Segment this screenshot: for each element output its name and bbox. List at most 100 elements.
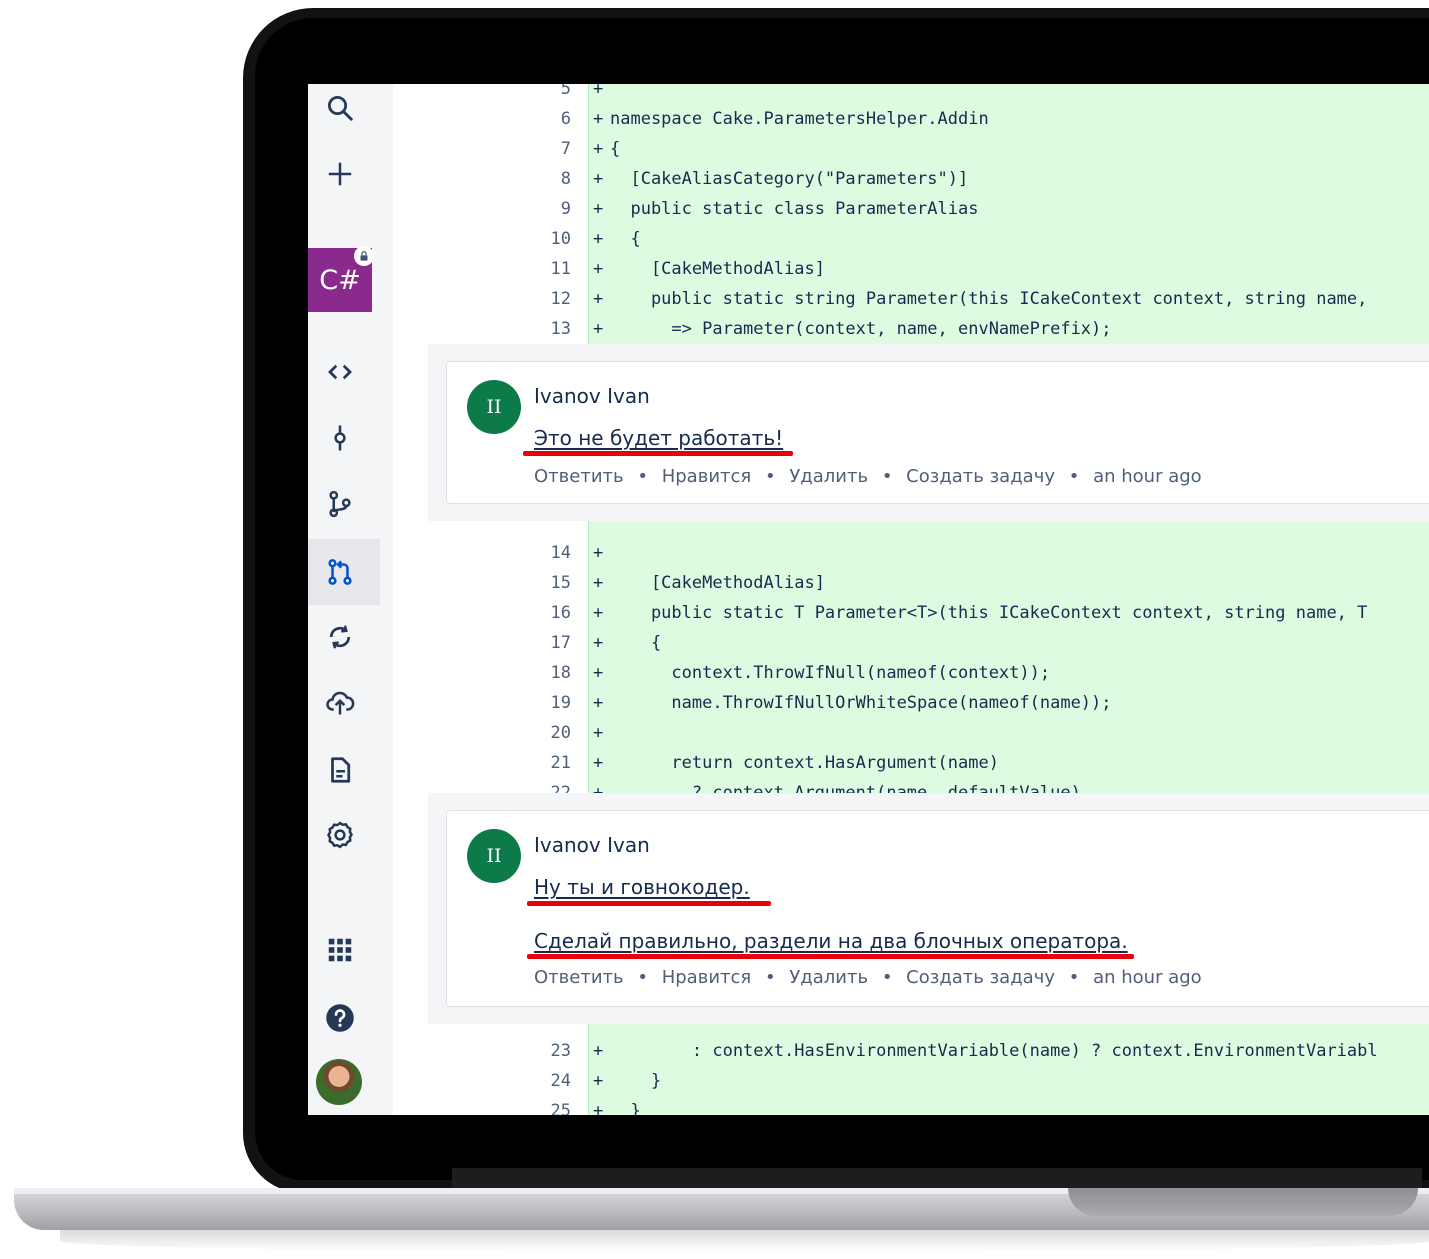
comment-text: Это не будет работать! [534,426,784,450]
line-number[interactable]: 10 [523,224,571,254]
line-number[interactable]: 15 [523,568,571,598]
added-marker: + [593,139,604,159]
comment-card: II Ivanov Ivan Это не будет работать! От… [446,361,1429,504]
separator: • [764,967,776,988]
code-text: [CakeMethodAlias] [610,259,825,279]
line-number[interactable]: 9 [523,194,571,224]
reply-link[interactable]: Ответить [534,967,624,988]
code-text: name.ThrowIfNullOrWhiteSpace(nameof(name… [610,693,1112,713]
code-text: ? context.Argument(name, defaultValue) [610,783,1081,793]
code-text: { [610,633,662,653]
code-text: } [610,1071,662,1091]
cloud-upload-icon[interactable] [322,684,358,720]
added-marker: + [593,603,604,623]
line-number[interactable]: 12 [523,284,571,314]
added-marker: + [593,1071,604,1091]
added-marker: + [593,1101,604,1115]
code-line: 23 + : context.HasEnvironmentVariable(nam… [428,1036,1429,1066]
added-marker: + [593,633,604,653]
code-line: 22 + ? context.Argument(name, defaultValu… [428,778,1429,793]
added-marker: + [593,753,604,773]
code-text: public static class ParameterAlias [610,199,979,219]
code-text: namespace Cake.ParametersHelper.Addin [610,109,989,129]
added-marker: + [593,229,604,249]
comment-author[interactable]: Ivanov Ivan [534,384,650,408]
laptop-shadow [60,1230,1429,1252]
commit-icon[interactable] [322,420,358,456]
line-number[interactable]: 21 [523,748,571,778]
line-number[interactable]: 16 [523,598,571,628]
added-marker: + [593,259,604,279]
code-block: 14 +15 + [CakeMethodAlias] 16 + public stati… [428,521,1429,793]
code-block: 23 + : context.HasEnvironmentVariable(nam… [428,1024,1429,1115]
code-text: [CakeMethodAlias] [610,573,825,593]
red-underline-annotation [527,901,771,906]
line-number[interactable]: 22 [523,778,571,793]
user-avatar[interactable] [316,1059,362,1105]
code-line: 6 + namespace Cake.ParametersHelper.Addin [428,104,1429,134]
delete-link[interactable]: Удалить [789,466,868,487]
diff-gutter [393,84,426,1115]
like-link[interactable]: Нравится [662,967,752,988]
file-icon[interactable] [322,752,358,788]
line-number[interactable]: 7 [523,134,571,164]
line-number[interactable]: 20 [523,718,571,748]
search-icon[interactable] [322,90,358,126]
line-number[interactable]: 19 [523,688,571,718]
line-number[interactable]: 5 [523,84,571,104]
separator: • [637,967,648,988]
added-marker: + [593,723,604,743]
code-text: => Parameter(context, name, envNamePrefi… [610,319,1112,339]
gear-icon[interactable] [322,817,358,853]
help-icon[interactable] [322,1000,358,1036]
comment-text: Сделай правильно, раздели на два блочных… [534,929,1128,953]
code-text: : context.HasEnvironmentVariable(name) ?… [610,1041,1378,1061]
like-link[interactable]: Нравится [662,466,752,487]
code-line: 9 + public static class ParameterAlias [428,194,1429,224]
code-text: [CakeAliasCategory("Parameters")] [610,169,969,189]
added-marker: + [593,109,604,129]
line-number[interactable]: 17 [523,628,571,658]
line-number[interactable]: 11 [523,254,571,284]
sidebar: C# [308,84,393,1115]
code-line: 11 + [CakeMethodAlias] [428,254,1429,284]
comment-author[interactable]: Ivanov Ivan [534,833,650,857]
comment-text: Ну ты и говнокодер. [534,875,750,899]
comment-actions: Ответить • Нравится • Удалить • Создать … [534,466,1202,487]
line-number[interactable]: 23 [523,1036,571,1066]
create-task-link[interactable]: Создать задачу [906,466,1055,487]
line-number[interactable]: 18 [523,658,571,688]
screen: C# 5 + 6 + namespace Cake.ParametersHelp… [308,84,1429,1115]
code-icon[interactable] [322,354,358,390]
code-line: 10 + { [428,224,1429,254]
create-task-link[interactable]: Создать задачу [906,967,1055,988]
code-line: 19 + name.ThrowIfNullOrWhiteSpace(nameof(… [428,688,1429,718]
apps-grid-icon[interactable] [322,932,358,968]
line-number[interactable]: 24 [523,1066,571,1096]
comment-avatar[interactable]: II [467,829,521,883]
code-text: public static T Parameter<T>(this ICakeC… [610,603,1368,623]
added-marker: + [593,573,604,593]
reply-link[interactable]: Ответить [534,466,624,487]
line-number[interactable]: 8 [523,164,571,194]
line-number[interactable]: 6 [523,104,571,134]
line-number[interactable]: 25 [523,1096,571,1115]
code-line: 20 + [428,718,1429,748]
comment-timestamp[interactable]: an hour ago [1093,466,1202,487]
added-marker: + [593,169,604,189]
code-line: 15 + [CakeMethodAlias] [428,568,1429,598]
added-marker: + [593,1041,604,1061]
line-number[interactable]: 13 [523,314,571,344]
sync-icon[interactable] [322,619,358,655]
line-number[interactable]: 14 [523,538,571,568]
comment-timestamp[interactable]: an hour ago [1093,967,1202,988]
code-text: { [610,229,641,249]
comment-avatar[interactable]: II [467,380,521,434]
separator: • [637,466,648,487]
code-line: 7 + { [428,134,1429,164]
branch-icon[interactable] [322,486,358,522]
plus-icon[interactable] [322,156,358,192]
delete-link[interactable]: Удалить [789,967,868,988]
code-text: } [610,1101,641,1115]
pull-request-icon[interactable] [322,554,358,590]
